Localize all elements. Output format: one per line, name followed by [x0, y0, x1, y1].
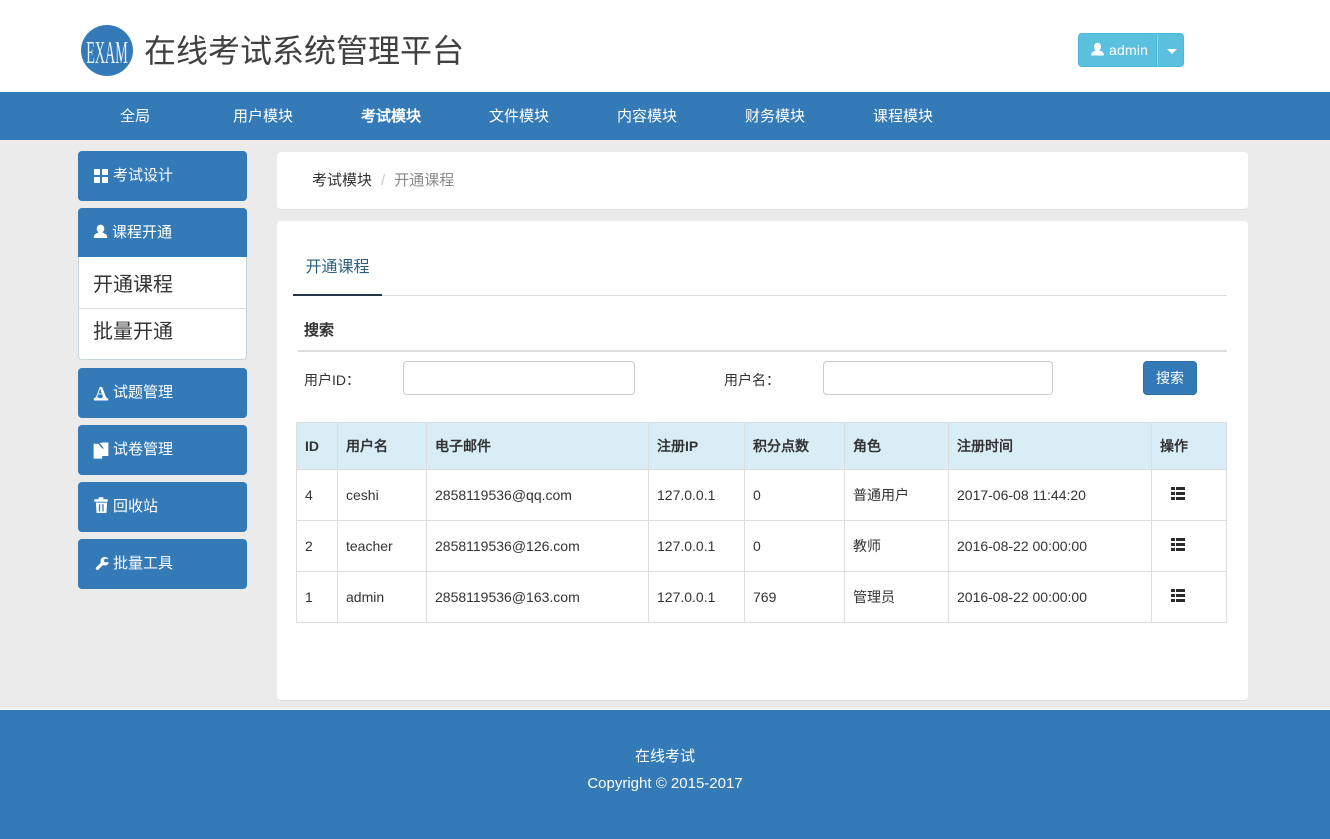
svg-text:A: A: [95, 385, 107, 401]
